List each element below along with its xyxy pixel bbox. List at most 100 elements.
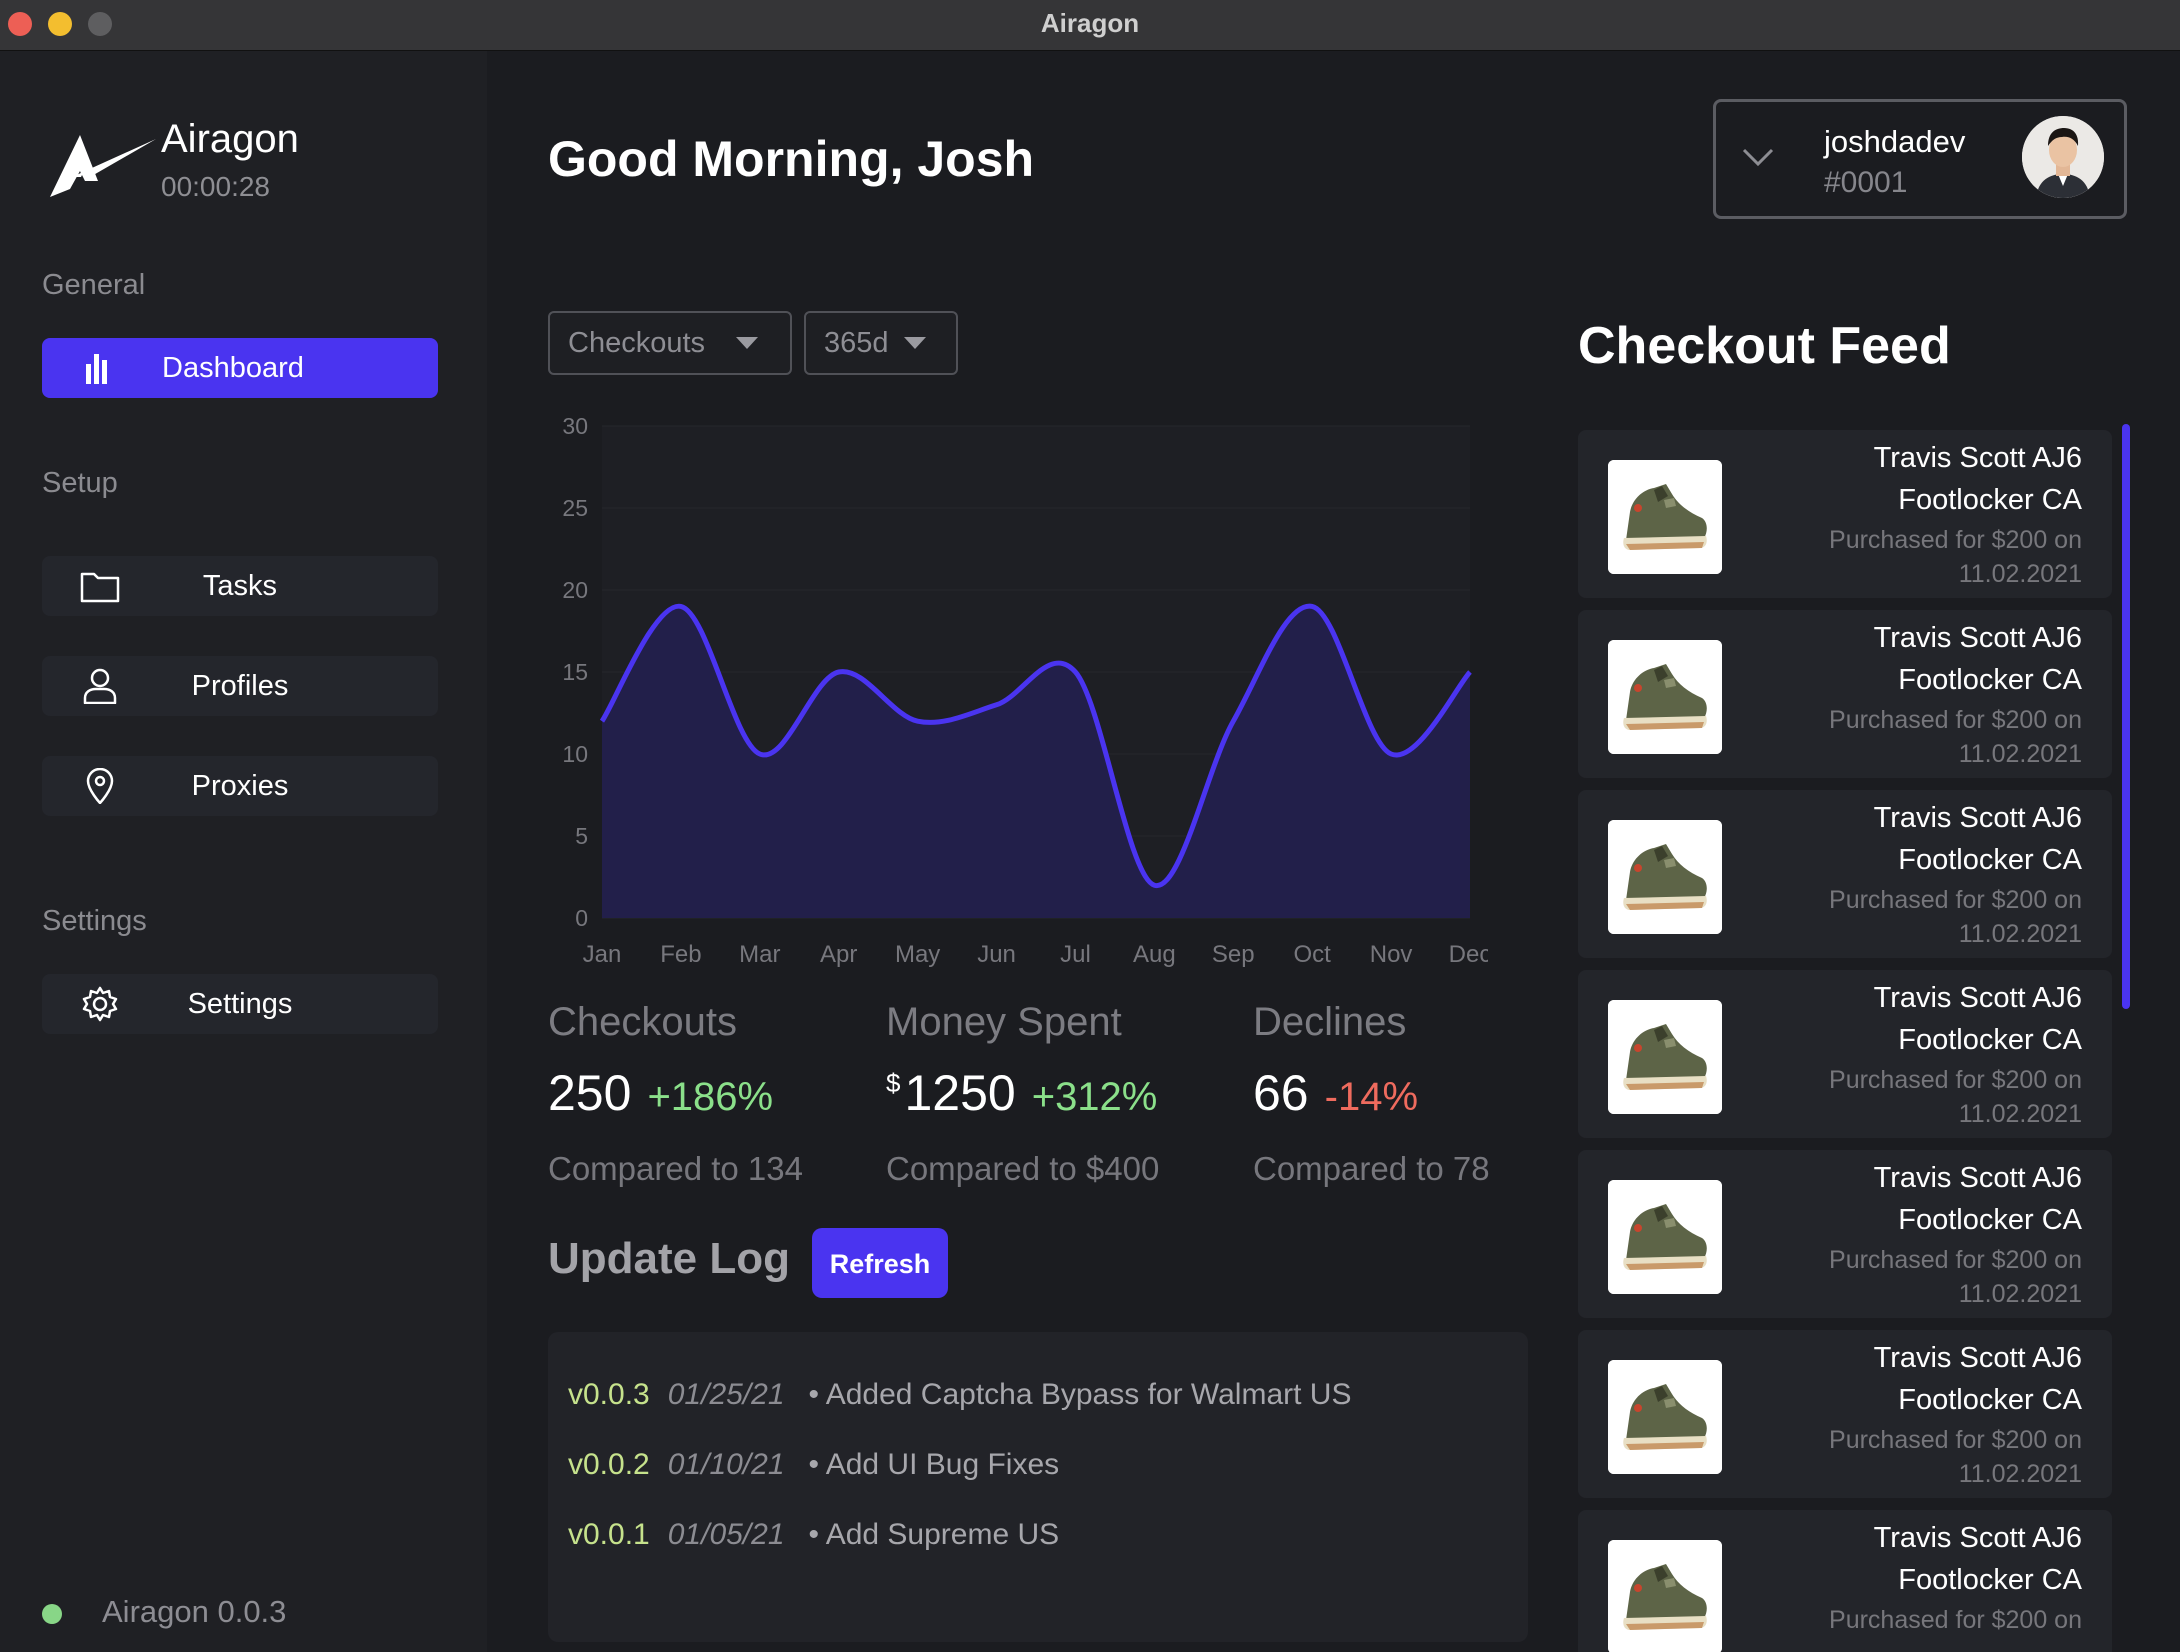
currency-symbol: $: [886, 1068, 901, 1099]
update-log-panel: v0.0.3 01/25/21 • Added Captcha Bypass for…: [548, 1332, 1528, 1642]
feed-item[interactable]: Travis Scott AJ6 Footlocker CA Purchased f…: [1578, 970, 2112, 1138]
stat-money-title: Money Spent: [886, 1000, 1122, 1044]
feed-product: Travis Scott AJ6: [1873, 1162, 2082, 1194]
metric-dropdown-value: Checkouts: [568, 327, 706, 359]
status-online-dot: [42, 1604, 62, 1624]
y-tick-label: 0: [575, 905, 588, 931]
feed-product: Travis Scott AJ6: [1873, 802, 2082, 834]
x-tick-label: Sep: [1212, 941, 1255, 968]
section-label-setup: Setup: [42, 467, 118, 499]
log-date: 01/25/21: [667, 1378, 785, 1411]
feed-price: Purchased for $200 on: [1829, 1246, 2082, 1274]
app-version: Airagon 0.0.3: [102, 1594, 287, 1629]
x-tick-label: Jul: [1060, 941, 1091, 968]
feed-date: 11.02.2021: [1958, 560, 2082, 588]
log-entry: v0.0.3 01/25/21 • Added Captcha Bypass for…: [568, 1378, 1351, 1412]
feed-date: 11.02.2021: [1958, 1280, 2082, 1308]
feed-store: Footlocker CA: [1898, 1024, 2082, 1056]
stat-money-number: 1250: [904, 1065, 1016, 1121]
feed-date: 11.02.2021: [1958, 740, 2082, 768]
feed-date: 11.02.2021: [1958, 920, 2082, 948]
checkout-feed-list[interactable]: Travis Scott AJ6 Footlocker CA Purchased f…: [1578, 430, 2112, 1652]
feed-store: Footlocker CA: [1898, 844, 2082, 876]
section-label-general: General: [42, 269, 146, 301]
checkout-feed-title: Checkout Feed: [1578, 317, 1951, 375]
metric-dropdown[interactable]: Checkouts: [548, 311, 792, 375]
sidebar-item-tasks[interactable]: Tasks: [42, 556, 438, 616]
feed-product: Travis Scott AJ6: [1873, 982, 2082, 1014]
feed-date: 11.02.2021: [1958, 1100, 2082, 1128]
feed-item[interactable]: Travis Scott AJ6 Footlocker CA Purchased f…: [1578, 790, 2112, 958]
feed-item[interactable]: Travis Scott AJ6 Footlocker CA Purchased f…: [1578, 1510, 2112, 1652]
feed-item[interactable]: Travis Scott AJ6 Footlocker CA Purchased f…: [1578, 1330, 2112, 1498]
feed-store: Footlocker CA: [1898, 1204, 2082, 1236]
log-date: 01/05/21: [667, 1518, 785, 1551]
sidebar-item-profiles[interactable]: Profiles: [42, 656, 438, 716]
chevron-down-icon: [1742, 148, 1774, 167]
section-label-settings: Settings: [42, 905, 147, 937]
window-title: Airagon: [1040, 8, 1140, 38]
feed-price: Purchased for $200 on: [1829, 1606, 2082, 1634]
username: joshdadev: [1824, 124, 1966, 159]
stat-declines-number: 66: [1253, 1065, 1309, 1121]
x-tick-label: Feb: [660, 941, 701, 968]
feed-product: Travis Scott AJ6: [1873, 1522, 2082, 1554]
log-text: • Add Supreme US: [808, 1518, 1060, 1551]
stat-checkouts-value: 250 +186%: [548, 1064, 773, 1122]
y-tick-label: 20: [562, 577, 588, 603]
feed-price: Purchased for $200 on: [1829, 1426, 2082, 1454]
log-text: • Add UI Bug Fixes: [808, 1448, 1060, 1481]
caret-down-icon: [904, 337, 926, 349]
sidebar-item-settings[interactable]: Settings: [42, 974, 438, 1034]
y-tick-label: 15: [562, 659, 588, 685]
feed-scrollbar[interactable]: [2122, 424, 2130, 1009]
sneaker-image: [1608, 640, 1722, 754]
sidebar-item-proxies[interactable]: Proxies: [42, 756, 438, 816]
y-tick-label: 10: [562, 741, 588, 767]
stat-declines-change: -14%: [1324, 1075, 1419, 1119]
session-timer: 00:00:28: [161, 171, 270, 202]
sneaker-image: [1608, 820, 1722, 934]
brand-name: Airagon: [161, 117, 299, 161]
x-tick-label: Jun: [977, 941, 1016, 968]
x-tick-label: Mar: [739, 941, 780, 968]
avatar: [2022, 116, 2104, 198]
bar-chart-icon: [86, 354, 107, 384]
feed-store: Footlocker CA: [1898, 1384, 2082, 1416]
stat-money-compare: Compared to $400: [886, 1150, 1160, 1187]
airagon-logo-icon: [50, 135, 156, 197]
feed-store: Footlocker CA: [1898, 664, 2082, 696]
stat-declines-value: 66 -14%: [1253, 1064, 1418, 1122]
feed-product: Travis Scott AJ6: [1873, 442, 2082, 474]
feed-item[interactable]: Travis Scott AJ6 Footlocker CA Purchased f…: [1578, 430, 2112, 598]
stat-checkouts-change: +186%: [647, 1075, 774, 1119]
feed-price: Purchased for $200 on: [1829, 706, 2082, 734]
sneaker-image: [1608, 460, 1722, 574]
range-dropdown[interactable]: 365d: [804, 311, 958, 375]
x-tick-label: May: [895, 941, 940, 968]
range-dropdown-value: 365d: [824, 327, 889, 359]
stat-money-change: +312%: [1031, 1075, 1158, 1119]
x-tick-label: Dec: [1449, 941, 1488, 968]
stat-checkouts-title: Checkouts: [548, 1000, 737, 1044]
sidebar-item-dashboard[interactable]: Dashboard: [42, 338, 438, 398]
x-tick-label: Aug: [1133, 941, 1176, 968]
sidebar-item-label: Settings: [187, 988, 293, 1020]
feed-item[interactable]: Travis Scott AJ6 Footlocker CA Purchased f…: [1578, 1150, 2112, 1318]
feed-price: Purchased for $200 on: [1829, 1066, 2082, 1094]
feed-price: Purchased for $200 on: [1829, 526, 2082, 554]
log-entry: v0.0.1 01/05/21 • Add Supreme US: [568, 1518, 1059, 1552]
x-tick-label: Jan: [583, 941, 622, 968]
stat-declines-title: Declines: [1253, 1000, 1407, 1044]
log-text: • Added Captcha Bypass for Walmart US: [808, 1378, 1352, 1411]
x-tick-label: Oct: [1294, 941, 1332, 968]
feed-price: Purchased for $200 on: [1829, 886, 2082, 914]
user-tag: #0001: [1824, 166, 1908, 199]
caret-down-icon: [736, 337, 758, 349]
y-tick-label: 25: [562, 495, 588, 521]
refresh-button[interactable]: Refresh: [812, 1228, 948, 1298]
user-menu[interactable]: joshdadev #0001: [1713, 99, 2127, 219]
feed-item[interactable]: Travis Scott AJ6 Footlocker CA Purchased f…: [1578, 610, 2112, 778]
feed-date: 11.02.2021: [1958, 1460, 2082, 1488]
feed-store: Footlocker CA: [1898, 484, 2082, 516]
